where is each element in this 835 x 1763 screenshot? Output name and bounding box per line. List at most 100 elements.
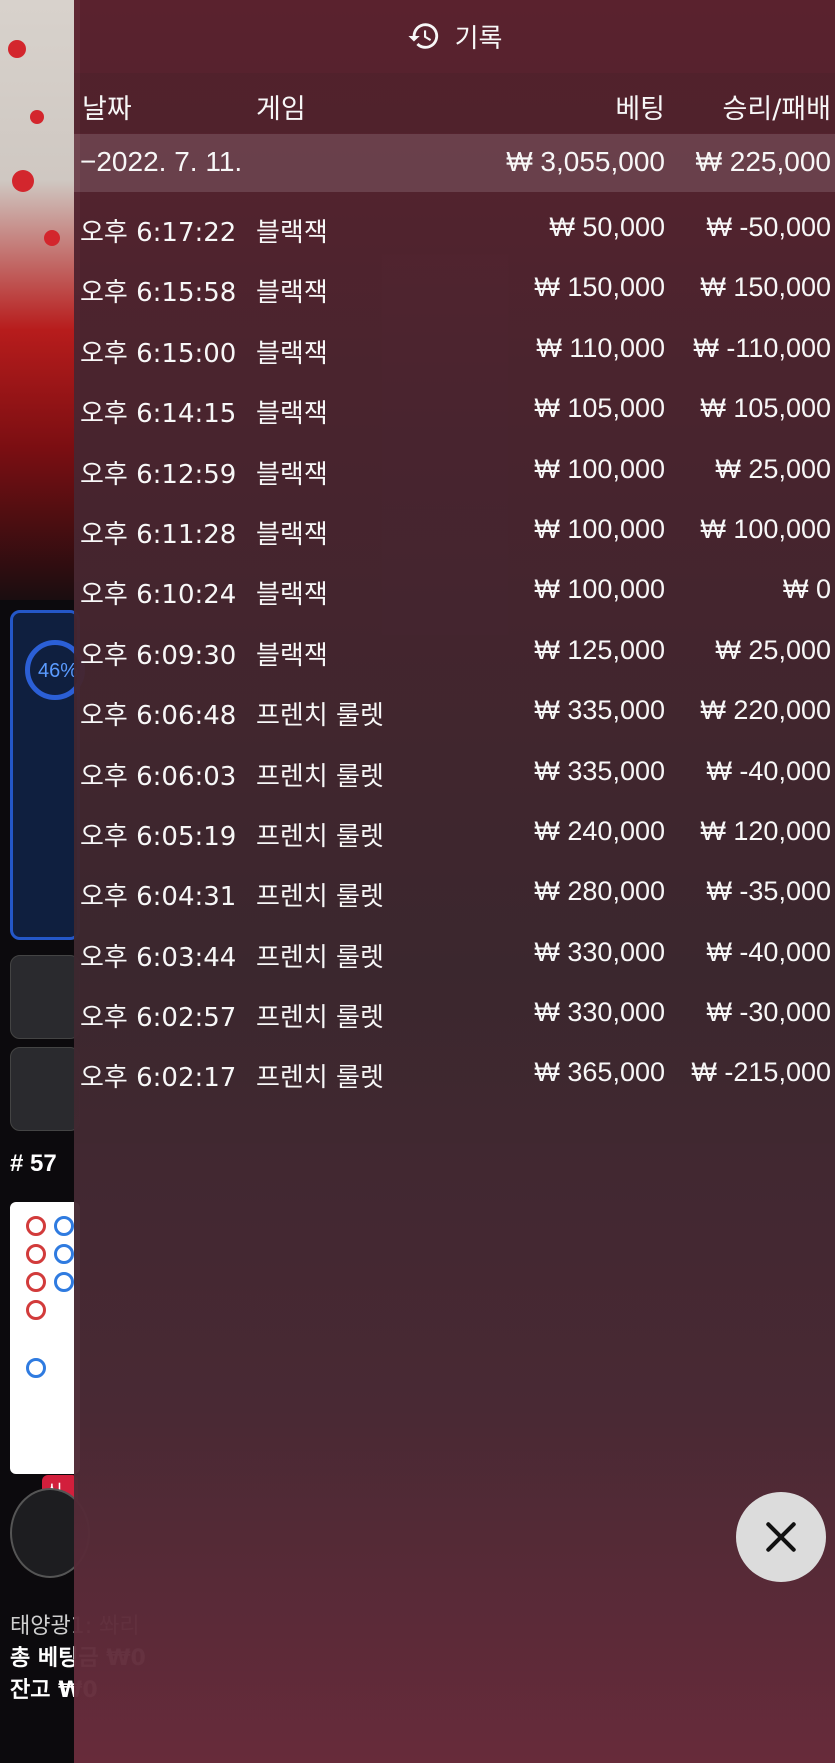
table-row[interactable]: 오후 6:03:44 프렌치 룰렛 ₩ 330,000 ₩ -40,000 [74,923,835,983]
blossom-decoration [12,170,34,192]
table-row[interactable]: 오후 6:06:03 프렌치 룰렛 ₩ 335,000 ₩ -40,000 [74,742,835,802]
road-dot-blue [54,1272,74,1292]
row-game: 블랙잭 [256,399,328,430]
row-game: 프렌치 룰렛 [256,761,384,792]
row-win-loss: ₩ -40,000 [706,755,831,786]
row-bet: ₩ 330,000 [534,936,665,967]
table-row[interactable]: 오후 6:02:57 프렌치 룰렛 ₩ 330,000 ₩ -30,000 [74,983,835,1043]
history-header: 기록 [74,0,835,72]
row-bet: ₩ 335,000 [534,695,665,726]
row-game: 프렌치 룰렛 [256,701,384,732]
table-row[interactable]: 오후 6:09:30 블랙잭 ₩ 125,000 ₩ 25,000 [74,621,835,681]
row-bet: ₩ 110,000 [536,332,665,363]
row-time: 오후 6:04:31 [80,882,237,913]
row-bet: ₩ 105,000 [534,393,665,424]
row-time: 오후 6:05:19 [80,821,237,852]
side-button[interactable] [10,1047,80,1131]
side-button[interactable] [10,955,80,1039]
row-bet: ₩ 100,000 [534,453,665,484]
row-bet: ₩ 280,000 [534,876,665,907]
row-game: 프렌치 룰렛 [256,942,384,973]
row-win-loss: ₩ 100,000 [700,513,831,544]
bead-road [10,1202,80,1474]
day-total-bet: ₩ 3,055,000 [506,146,665,177]
row-time: 오후 6:09:30 [80,640,237,671]
history-icon [407,23,438,49]
table-header: 날짜 게임 베팅 승리/패배 [74,73,835,133]
table-row[interactable]: 오후 6:04:31 프렌치 룰렛 ₩ 280,000 ₩ -35,000 [74,862,835,922]
close-button[interactable] [736,1492,826,1582]
row-game: 블랙잭 [256,459,328,490]
round-number: # 57 [10,1150,57,1177]
row-time: 오후 6:14:15 [80,399,237,430]
row-time: 오후 6:15:58 [80,278,237,309]
day-total-win-loss: ₩ 225,000 [695,146,831,177]
road-dot-blue [54,1216,74,1236]
row-bet: ₩ 50,000 [549,212,665,242]
row-time: 오후 6:02:57 [80,1003,237,1034]
row-game: 블랙잭 [256,278,328,309]
day-date: −2022. 7. 11. [80,146,243,177]
row-bet: ₩ 335,000 [534,755,665,786]
row-time: 오후 6:12:59 [80,459,237,490]
close-icon [766,1522,796,1552]
table-row[interactable]: 오후 6:06:48 프렌치 룰렛 ₩ 335,000 ₩ 220,000 [74,681,835,741]
table-row[interactable]: 오후 6:02:17 프렌치 룰렛 ₩ 365,000 ₩ -215,000 [74,1043,835,1103]
row-win-loss: ₩ -40,000 [706,936,831,967]
row-bet: ₩ 330,000 [534,997,665,1028]
live-dealer-video [0,0,80,600]
row-win-loss: ₩ 150,000 [700,272,831,303]
history-panel: 기록 날짜 게임 베팅 승리/패배 −2022. 7. 11. ₩ 3,055,… [74,0,835,1763]
road-dot-red [26,1216,46,1236]
row-game: 프렌치 룰렛 [256,821,384,852]
row-time: 오후 6:03:44 [80,942,237,973]
row-game: 프렌치 룰렛 [256,1063,384,1094]
row-time: 오후 6:17:22 [80,218,237,248]
row-time: 오후 6:06:03 [80,761,237,792]
row-win-loss: ₩ 105,000 [700,393,831,424]
table-row[interactable]: 오후 6:14:15 블랙잭 ₩ 105,000 ₩ 105,000 [74,379,835,439]
row-bet: ₩ 365,000 [534,1057,665,1088]
row-win-loss: ₩ 220,000 [700,695,831,726]
blossom-decoration [44,230,60,246]
road-dot-blue [54,1244,74,1264]
history-title: 기록 [454,23,503,54]
row-win-loss: ₩ 25,000 [715,453,831,484]
row-game: 프렌치 룰렛 [256,1003,384,1034]
row-time: 오후 6:02:17 [80,1063,237,1094]
row-game: 블랙잭 [256,338,328,369]
road-dot-red [26,1244,46,1264]
history-rows: 오후 6:17:22 블랙잭 ₩ 50,000 ₩ -50,000 오후 6:1… [74,198,835,1104]
row-time: 오후 6:11:28 [80,519,237,550]
day-summary-row[interactable]: −2022. 7. 11. ₩ 3,055,000 ₩ 225,000 [74,134,835,192]
column-date: 날짜 [82,94,132,125]
row-time: 오후 6:06:48 [80,701,237,732]
row-time: 오후 6:15:00 [80,338,237,369]
row-win-loss: ₩ -110,000 [693,332,831,363]
column-game: 게임 [256,94,306,125]
row-game: 블랙잭 [256,519,328,550]
column-win-loss: 승리/패배 [722,94,831,125]
blossom-decoration [8,40,26,58]
row-bet: ₩ 100,000 [534,574,665,605]
road-dot-red [26,1272,46,1292]
table-row[interactable]: 오후 6:15:00 블랙잭 ₩ 110,000 ₩ -110,000 [74,319,835,379]
table-row[interactable]: 오후 6:15:58 블랙잭 ₩ 150,000 ₩ 150,000 [74,258,835,318]
row-game: 블랙잭 [256,640,328,671]
row-game: 블랙잭 [256,218,328,248]
row-game: 프렌치 룰렛 [256,882,384,913]
table-row[interactable]: 오후 6:05:19 프렌치 룰렛 ₩ 240,000 ₩ 120,000 [74,802,835,862]
row-win-loss: ₩ 25,000 [715,634,831,665]
table-row[interactable]: 오후 6:17:22 블랙잭 ₩ 50,000 ₩ -50,000 [74,198,835,258]
table-row[interactable]: 오후 6:12:59 블랙잭 ₩ 100,000 ₩ 25,000 [74,440,835,500]
road-dot-blue [26,1358,46,1378]
row-win-loss: ₩ -30,000 [706,997,831,1028]
row-win-loss: ₩ -215,000 [691,1057,831,1088]
row-win-loss: ₩ 0 [782,574,831,605]
row-bet: ₩ 125,000 [534,634,665,665]
column-bet: 베팅 [615,94,665,125]
row-bet: ₩ 240,000 [534,815,665,846]
table-row[interactable]: 오후 6:11:28 블랙잭 ₩ 100,000 ₩ 100,000 [74,500,835,560]
row-bet: ₩ 100,000 [534,513,665,544]
table-row[interactable]: 오후 6:10:24 블랙잭 ₩ 100,000 ₩ 0 [74,560,835,620]
